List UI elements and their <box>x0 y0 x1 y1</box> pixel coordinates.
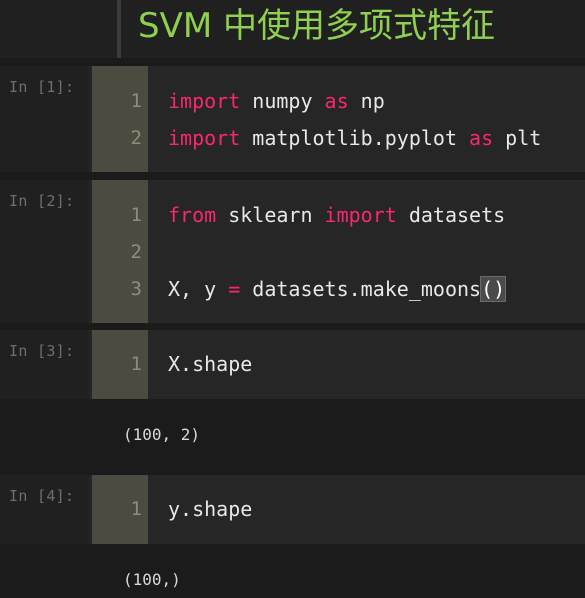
output-text: (100,) <box>123 570 181 589</box>
line-number-gutter: 1 <box>92 330 148 399</box>
line-number: 1 <box>130 204 142 226</box>
code-line[interactable]: from sklearn import datasets <box>168 203 505 227</box>
code-editor[interactable]: 1 2 3 from sklearn import datasets X, y … <box>89 180 585 323</box>
code-line[interactable]: import numpy as np <box>168 89 385 113</box>
line-number-gutter: 1 2 3 <box>92 180 148 323</box>
code-line[interactable]: y.shape <box>168 497 252 521</box>
code-editor[interactable]: 1 2 import numpy as np import matplotlib… <box>89 66 585 172</box>
code-line[interactable]: X, y = datasets.make_moons() <box>168 276 507 302</box>
code-line[interactable]: import matplotlib.pyplot as plt <box>168 126 541 150</box>
code-token: numpy <box>240 89 325 113</box>
line-number: 1 <box>130 498 142 520</box>
line-number-gutter: 1 <box>92 475 148 544</box>
code-editor[interactable]: 1 X.shape <box>89 330 585 399</box>
code-keyword: import <box>168 89 241 113</box>
code-token: datasets.make_moons <box>240 277 482 301</box>
code-token: X, y <box>168 277 229 301</box>
code-cell-1[interactable]: In [1]: 1 2 import numpy as np import ma… <box>0 66 585 172</box>
code-cell-3[interactable]: In [3]: 1 X.shape <box>0 330 585 399</box>
code-paren: () <box>480 276 507 302</box>
cell-prompt: In [4]: <box>9 487 75 505</box>
line-number: 1 <box>130 90 142 112</box>
code-keyword: as <box>324 89 349 113</box>
cell-output: (100,) <box>0 544 585 598</box>
code-keyword: from <box>168 203 217 227</box>
code-token: datasets <box>396 203 506 227</box>
line-number: 2 <box>130 241 142 263</box>
code-token: matplotlib.pyplot <box>240 126 470 150</box>
code-operator: = <box>228 277 241 301</box>
code-keyword: import <box>324 203 397 227</box>
code-line[interactable]: X.shape <box>168 352 252 376</box>
output-text: (100, 2) <box>123 425 201 444</box>
code-cell-4[interactable]: In [4]: 1 y.shape <box>0 475 585 544</box>
code-token: X.shape <box>168 352 253 376</box>
code-token: np <box>348 89 385 113</box>
line-number: 1 <box>130 353 142 375</box>
markdown-heading: SVM 中使用多项式特征 <box>138 6 495 46</box>
markdown-cell[interactable]: SVM 中使用多项式特征 <box>0 0 585 58</box>
cell-selection-bar <box>117 0 121 58</box>
code-keyword: import <box>168 126 241 150</box>
cell-output: (100, 2) <box>0 399 585 469</box>
cell-prompt: In [2]: <box>9 192 75 210</box>
code-cell-2[interactable]: In [2]: 1 2 3 from sklearn import datase… <box>0 180 585 323</box>
code-token: sklearn <box>216 203 325 227</box>
cell-prompt: In [3]: <box>9 342 75 360</box>
code-token: y.shape <box>168 497 253 521</box>
line-number: 3 <box>130 278 142 300</box>
code-keyword: as <box>469 126 494 150</box>
code-editor[interactable]: 1 y.shape <box>89 475 585 544</box>
line-number: 2 <box>130 127 142 149</box>
line-number-gutter: 1 2 <box>92 66 148 172</box>
code-token: plt <box>493 126 542 150</box>
cell-prompt: In [1]: <box>9 78 75 96</box>
